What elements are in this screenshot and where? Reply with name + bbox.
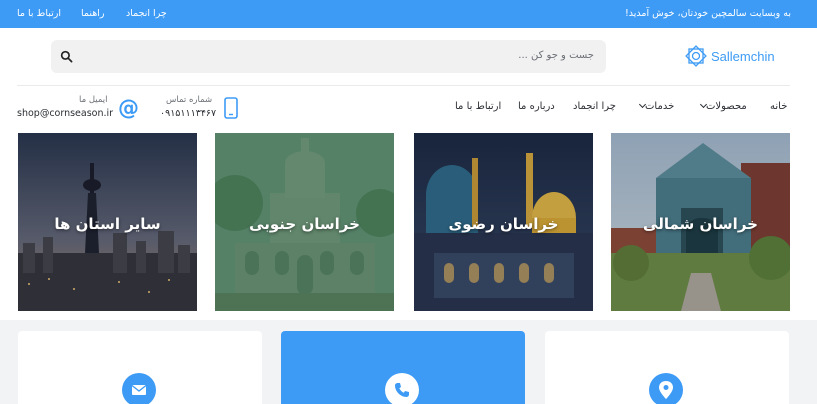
phone-label: شماره تماس	[166, 95, 213, 105]
welcome-message: به وبسایت سالمچین خودتان، خوش آمدید!	[624, 8, 791, 19]
topbar-link-guide[interactable]: راهنما	[81, 8, 105, 19]
phone-value[interactable]: ۰۹۱۵۱۱۱۳۴۶۷	[160, 108, 216, 119]
card-title: خراسان شمالی	[643, 215, 758, 233]
logo-emblem-icon	[685, 45, 707, 67]
location-icon-circle	[649, 373, 683, 404]
search-bar[interactable]: جست و جو کن ...	[51, 40, 606, 73]
feature-box-phone	[281, 331, 525, 404]
logo-text: Sallemchin	[711, 48, 775, 64]
nav-services-label: خدمات	[645, 101, 675, 112]
card-north-khorasan[interactable]: خراسان شمالی	[611, 133, 790, 311]
card-title: خراسان رضوی	[448, 215, 559, 233]
card-title: خراسان جنوبی	[249, 215, 360, 233]
email-value[interactable]: shop@cornseason.ir	[17, 108, 113, 119]
location-icon	[659, 381, 673, 399]
card-other-provinces[interactable]: سایر استان ها	[18, 133, 197, 311]
card-khorasan-razavi[interactable]: خراسان رضوی	[414, 133, 593, 311]
at-sign-icon: @	[118, 96, 139, 120]
nav-about[interactable]: درباره ما	[518, 101, 555, 112]
mobile-phone-icon	[224, 97, 238, 119]
nav-services[interactable]: خدمات	[637, 100, 675, 112]
search-input[interactable]: جست و جو کن ...	[518, 50, 594, 61]
email-label: ایمیل ما	[79, 95, 108, 105]
card-south-khorasan[interactable]: خراسان جنوبی	[215, 133, 394, 311]
nav-contact[interactable]: ارتباط با ما	[455, 101, 501, 112]
site-logo[interactable]: Sallemchin	[684, 44, 775, 68]
nav-products[interactable]: محصولات	[698, 100, 747, 112]
topbar-link-contact[interactable]: ارتباط با ما	[17, 8, 61, 19]
header-divider	[17, 85, 790, 86]
feature-box-location	[545, 331, 789, 404]
search-icon[interactable]	[60, 50, 73, 63]
mail-icon-circle	[122, 373, 156, 404]
phone-icon-circle	[385, 373, 419, 404]
mail-icon	[131, 384, 147, 395]
topbar-link-why-freezing[interactable]: چرا انجماد	[126, 8, 167, 19]
nav-products-label: محصولات	[706, 101, 747, 112]
feature-box-mail	[18, 331, 262, 404]
nav-home[interactable]: خانه	[770, 101, 787, 112]
top-bar: به وبسایت سالمچین خودتان، خوش آمدید! چرا…	[0, 0, 817, 28]
nav-why-freezing[interactable]: چرا انجماد	[573, 101, 616, 112]
card-title: سایر استان ها	[54, 215, 161, 233]
phone-icon	[395, 383, 409, 397]
